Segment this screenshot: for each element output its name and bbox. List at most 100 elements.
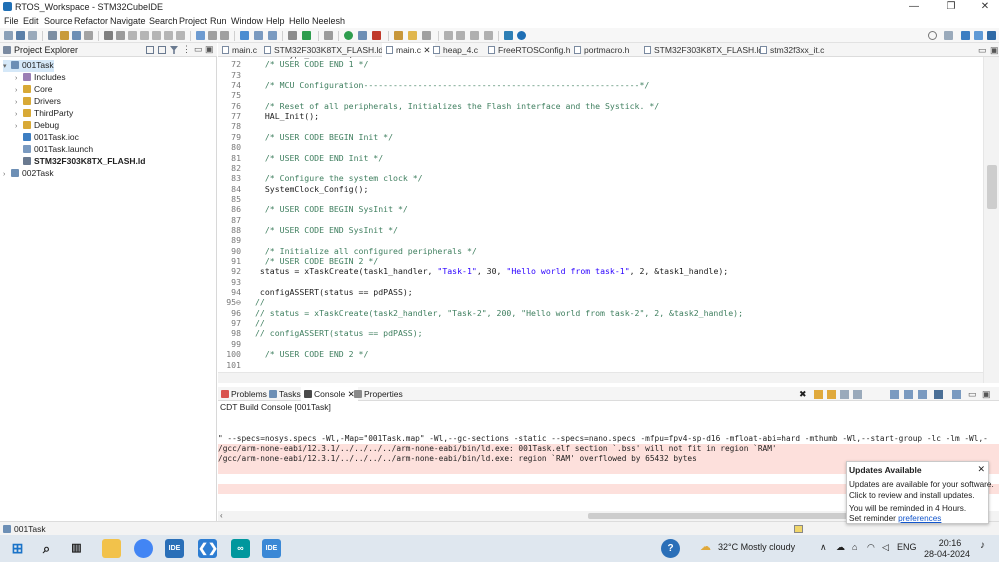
editor-vertical-scrollbar[interactable] xyxy=(983,57,999,383)
tree-item[interactable]: › Includes xyxy=(15,72,66,84)
wifi-icon[interactable]: ◠ xyxy=(867,542,875,553)
tab-flash-ld[interactable]: STM32F303K8TX_FLASH.ld xyxy=(264,43,383,57)
tab-heap-4-c[interactable]: heap_4.c xyxy=(433,43,478,57)
tree-item[interactable]: 001Task.launch xyxy=(15,144,93,156)
filter-icon[interactable] xyxy=(170,46,178,54)
open-perspective-icon[interactable] xyxy=(944,31,953,40)
stop-icon[interactable] xyxy=(372,31,381,40)
new-class-icon[interactable] xyxy=(240,31,249,40)
tree-item[interactable]: › Drivers xyxy=(15,96,61,108)
new-icon[interactable] xyxy=(4,31,13,40)
expand-arrow-icon[interactable]: › xyxy=(15,99,23,106)
expand-arrow-icon[interactable]: › xyxy=(15,123,23,130)
updates-notification[interactable]: Updates Available ✕ Updates are availabl… xyxy=(846,461,994,524)
suspend-icon[interactable] xyxy=(116,31,125,40)
tab-console[interactable]: Console ✕ xyxy=(301,387,358,401)
windows-start-icon[interactable]: ⊞ xyxy=(8,539,27,558)
menu-file[interactable]: File xyxy=(4,16,19,26)
volume-icon[interactable]: ◁ xyxy=(882,542,889,553)
weather-text[interactable]: 32°C Mostly cloudy xyxy=(718,542,795,552)
perspective-cdt-icon[interactable] xyxy=(961,31,970,40)
tree-item[interactable]: › Core xyxy=(15,84,52,96)
collapse-arrow-icon[interactable]: ▾ xyxy=(3,62,11,70)
show-console-icon[interactable] xyxy=(853,390,862,399)
new-console-icon[interactable] xyxy=(934,390,943,399)
tree-item[interactable]: 001Task.ioc xyxy=(15,132,79,144)
open-type-icon[interactable] xyxy=(394,31,403,40)
device-config-icon[interactable] xyxy=(196,31,205,40)
search-tool-icon[interactable] xyxy=(288,31,297,40)
cubeide-active-icon[interactable]: IDE xyxy=(262,539,281,558)
menu-refactor[interactable]: Refactor xyxy=(74,16,108,26)
minimize-button[interactable]: — xyxy=(900,0,928,14)
step-into-icon[interactable] xyxy=(140,31,149,40)
search-icon[interactable] xyxy=(928,31,937,40)
scroll-left-icon[interactable]: ‹ xyxy=(220,511,223,520)
task-view-icon[interactable]: ▥ xyxy=(67,539,86,558)
expand-arrow-icon[interactable]: › xyxy=(15,87,23,94)
console-scroll-thumb[interactable] xyxy=(588,513,848,519)
prev-annotation-icon[interactable] xyxy=(456,31,465,40)
tree-item[interactable]: › ThirdParty xyxy=(15,108,73,120)
notification-close-icon[interactable]: ✕ xyxy=(977,464,985,475)
tab-main-c-active[interactable]: main.c ✕ xyxy=(382,43,435,57)
forward-icon[interactable] xyxy=(484,31,493,40)
tray-overflow-icon[interactable]: ∧ xyxy=(820,542,827,553)
menu-edit[interactable]: Edit xyxy=(23,16,39,26)
display-console-icon[interactable] xyxy=(890,390,899,399)
maximize-button[interactable]: ❐ xyxy=(937,0,965,14)
pin-console-icon[interactable] xyxy=(827,390,836,399)
console-options-icon[interactable] xyxy=(918,390,927,399)
maximize-view-icon[interactable]: ▣ xyxy=(205,44,214,55)
select-console-icon[interactable] xyxy=(952,390,961,399)
menu-source[interactable]: Source xyxy=(44,16,73,26)
save-icon[interactable] xyxy=(16,31,25,40)
open-console-icon[interactable] xyxy=(904,390,913,399)
maximize-console-icon[interactable]: ▣ xyxy=(982,387,991,401)
clock-time[interactable]: 20:16 xyxy=(932,538,968,548)
menu-window[interactable]: Window xyxy=(231,16,263,26)
tab-freertosconfig-h[interactable]: FreeRTOSConfig.h xyxy=(488,43,570,57)
menu-project[interactable]: Project xyxy=(179,16,207,26)
progress-icon[interactable] xyxy=(794,525,803,533)
expand-arrow-icon[interactable]: › xyxy=(15,111,23,118)
resume-icon[interactable] xyxy=(104,31,113,40)
editor-horizontal-scrollbar[interactable] xyxy=(218,372,983,383)
tree-item[interactable]: STM32F303K8TX_FLASH.ld xyxy=(15,156,145,168)
collapse-all-icon[interactable] xyxy=(146,46,154,54)
link-editor-icon[interactable] xyxy=(158,46,166,54)
file-explorer-icon[interactable] xyxy=(102,539,121,558)
expand-arrow-icon[interactable]: › xyxy=(3,171,11,178)
perspective-debug-icon[interactable] xyxy=(974,31,983,40)
build-all-icon[interactable] xyxy=(60,31,69,40)
run-icon[interactable] xyxy=(344,31,353,40)
tree-item[interactable]: › Debug xyxy=(15,120,59,132)
tab-main-c[interactable]: main.c xyxy=(222,43,257,57)
step-return-icon[interactable] xyxy=(164,31,173,40)
back-icon[interactable] xyxy=(470,31,479,40)
arduino-icon[interactable]: ∞ xyxy=(231,539,250,558)
tab-flash-ld-2[interactable]: STM32F303K8TX_FLASH.ld xyxy=(644,43,763,57)
terminate-icon[interactable] xyxy=(128,31,137,40)
debug-icon[interactable] xyxy=(358,31,367,40)
tab-properties[interactable]: Properties xyxy=(354,387,403,401)
view-menu-icon[interactable]: ⋮ xyxy=(182,44,191,55)
vscode-icon[interactable]: ❮❯ xyxy=(198,539,218,558)
save-all-icon[interactable] xyxy=(28,31,37,40)
close-button[interactable]: ✕ xyxy=(971,0,999,14)
help-icon[interactable]: ? xyxy=(661,539,680,558)
chrome-icon[interactable] xyxy=(134,539,153,558)
close-tab-icon[interactable]: ✕ xyxy=(423,45,430,55)
clear-console-icon[interactable]: ✖ xyxy=(799,387,807,401)
tab-tasks[interactable]: Tasks xyxy=(269,387,301,401)
menu-run[interactable]: Run xyxy=(210,16,227,26)
taskbar-search-icon[interactable]: ⌕ xyxy=(37,539,56,558)
restart-icon[interactable] xyxy=(176,31,185,40)
new-source-icon[interactable] xyxy=(254,31,263,40)
clean-icon[interactable] xyxy=(72,31,81,40)
new-folder-icon[interactable] xyxy=(268,31,277,40)
tree-item[interactable]: › 002Task xyxy=(3,168,54,180)
perspective-device-icon[interactable] xyxy=(987,31,996,40)
tree-item[interactable]: ▾ 001Task xyxy=(3,60,54,72)
pin-editor-icon[interactable] xyxy=(504,31,513,40)
